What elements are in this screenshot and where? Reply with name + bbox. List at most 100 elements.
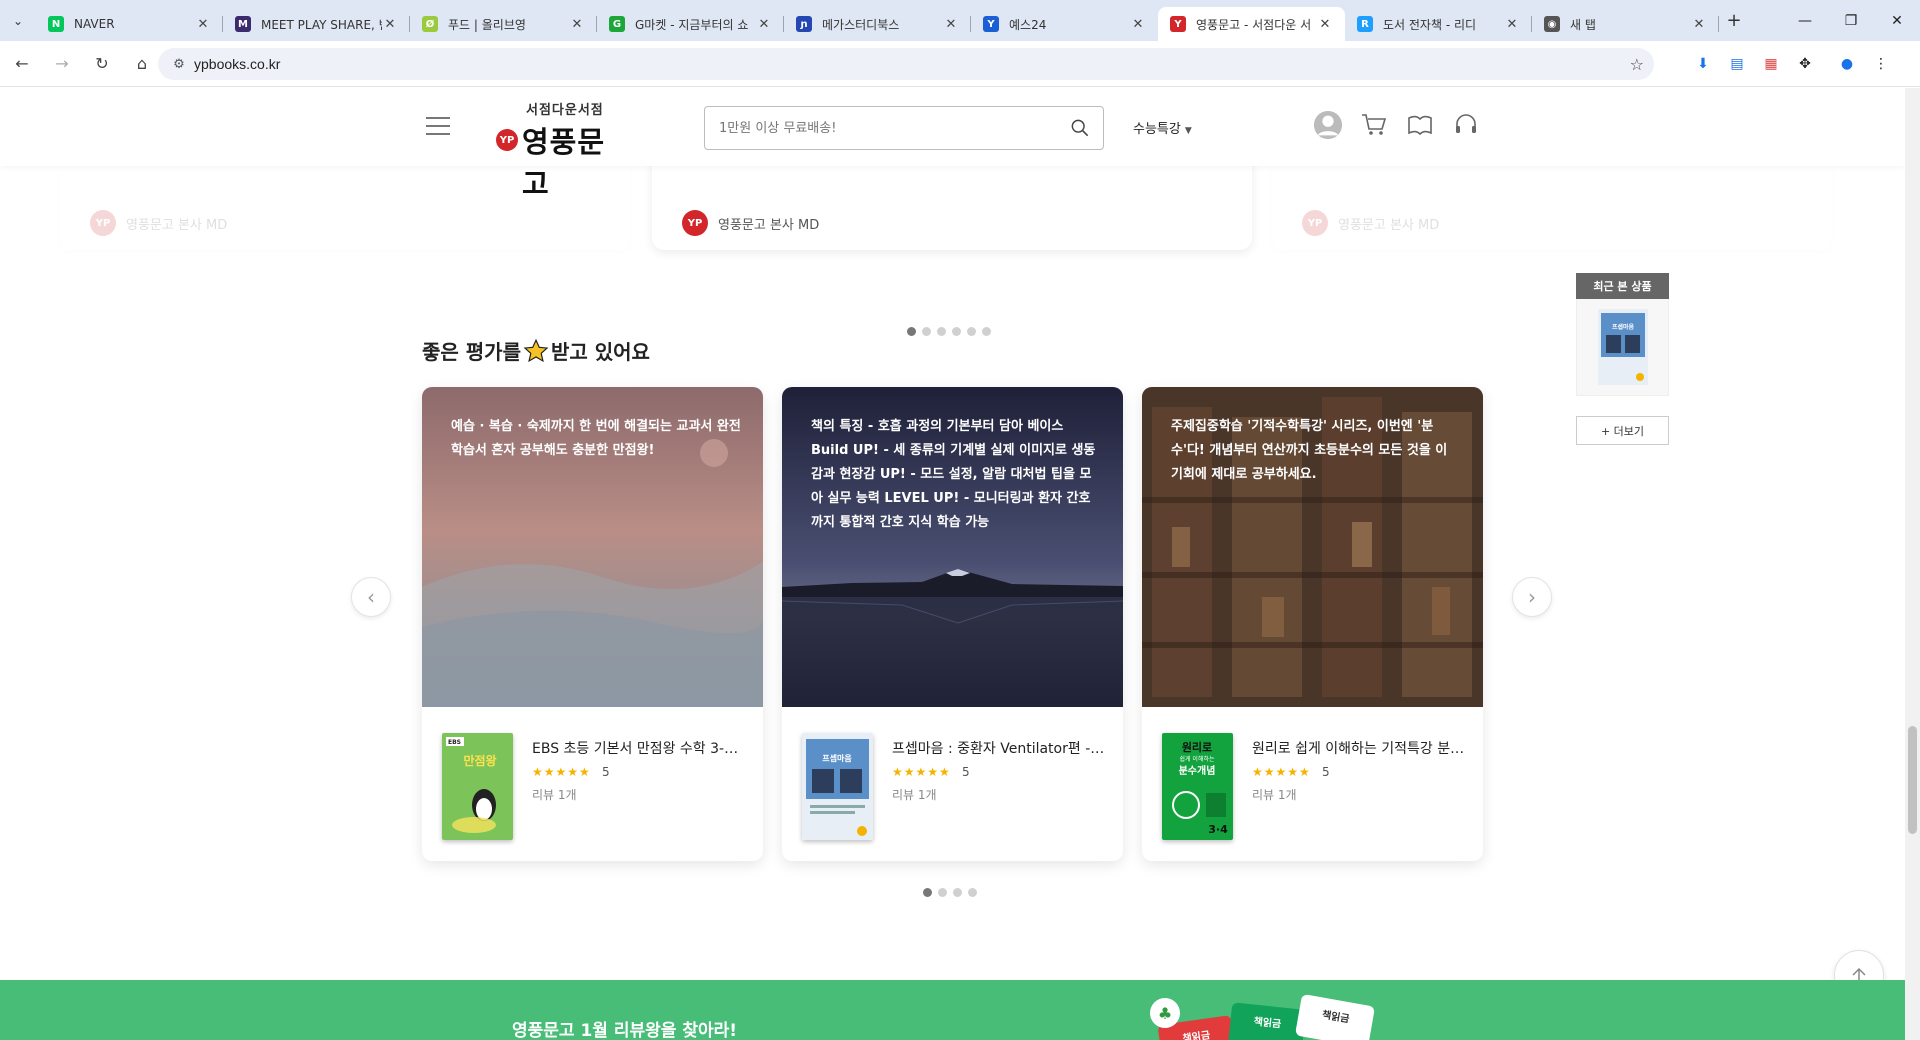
- search-icon[interactable]: [1071, 119, 1089, 137]
- cover-title-text: 프셉마음: [822, 753, 852, 763]
- page-content: 서점다운서점 YP 영풍문고 수능특강▼ YP영풍문고 본사 MD YP영풍문고…: [0, 88, 1905, 1040]
- back-icon[interactable]: ←: [4, 46, 40, 82]
- account-icon[interactable]: [1313, 108, 1343, 142]
- md-label: 영풍문고 본사 MD: [718, 217, 820, 233]
- ypbooks-icon: Y: [1170, 16, 1186, 32]
- pagination-dot[interactable]: [967, 327, 976, 336]
- forward-icon[interactable]: →: [44, 46, 80, 82]
- pagination-dot[interactable]: [938, 888, 947, 897]
- browser-tab[interactable]: Y 영풍문고 - 서점다운 서 ✕: [1158, 7, 1345, 41]
- restore-icon[interactable]: ❐: [1828, 0, 1874, 41]
- card-description: 책의 특징 - 호흡 과정의 기본부터 담아 베이스 Build UP! - 세…: [811, 419, 1096, 530]
- gmarket-icon: G: [609, 16, 625, 32]
- review-card[interactable]: 책의 특징 - 호흡 과정의 기본부터 담아 베이스 Build UP! - 세…: [782, 387, 1123, 861]
- book-cover[interactable]: 프셉마음: [802, 733, 873, 840]
- carousel-prev-button[interactable]: ‹: [351, 577, 391, 617]
- tab-search-button[interactable]: ⌄: [0, 0, 36, 41]
- card-description: 예습 · 복습 · 숙제까지 한 번에 해결되는 교과서 완전 학습서 혼자 공…: [451, 419, 741, 458]
- cover-title-text: 만점왕: [463, 753, 496, 768]
- pagination-dot[interactable]: [968, 888, 977, 897]
- tab-title: G마켓 - 지금부터의 쇼: [635, 17, 749, 32]
- cover-grade-text: 3·4: [1208, 823, 1228, 836]
- browser-tab[interactable]: Ø 푸드 | 올리브영 ✕: [410, 7, 597, 41]
- md-logo-icon: YP: [1302, 210, 1328, 236]
- close-tab-icon[interactable]: ✕: [1504, 17, 1520, 32]
- pagination-dot[interactable]: [952, 327, 961, 336]
- book-cover[interactable]: EBS 만점왕: [442, 733, 513, 840]
- site-info-icon[interactable]: ⚙: [164, 57, 194, 72]
- browser-tab[interactable]: ɲ 메가스터디북스 ✕: [784, 7, 971, 41]
- browser-menu-icon[interactable]: ⋮: [1864, 50, 1898, 78]
- minimize-icon[interactable]: —: [1782, 0, 1828, 41]
- megastudy-icon: ɲ: [796, 16, 812, 32]
- logo-name: 영풍문고: [522, 125, 606, 201]
- profile-icon[interactable]: ●: [1830, 50, 1864, 78]
- review-carousel-pagination: [923, 888, 977, 897]
- browser-tab[interactable]: Y 예스24 ✕: [971, 7, 1158, 41]
- download-icon[interactable]: ⬇: [1686, 50, 1720, 78]
- close-tab-icon[interactable]: ✕: [756, 17, 772, 32]
- browser-tab[interactable]: M MEET PLAY SHARE, 빈 ✕: [223, 7, 410, 41]
- book-title[interactable]: 원리로 쉽게 이해하는 기적특강 분수개념: [1252, 738, 1467, 758]
- review-count: 리뷰 1개: [1252, 788, 1297, 802]
- browser-tab[interactable]: G G마켓 - 지금부터의 쇼 ✕: [597, 7, 784, 41]
- customer-service-icon[interactable]: [1451, 108, 1481, 142]
- address-bar[interactable]: ⚙ ypbooks.co.kr ☆: [158, 48, 1654, 80]
- promo-dropdown[interactable]: 수능특강 ▼: [1133, 118, 1192, 137]
- menu-icon[interactable]: [426, 117, 450, 135]
- calendar-icon[interactable]: ▦: [1754, 50, 1788, 78]
- review-card[interactable]: 주제집중학습 '기적수학특강' 시리즈, 이번엔 '분수'다! 개념부터 연산까…: [1142, 387, 1483, 861]
- pagination-dot[interactable]: [953, 888, 962, 897]
- browser-tab[interactable]: R 도서 전자책 - 리디 ✕: [1345, 7, 1532, 41]
- browser-tab[interactable]: N NAVER ✕: [36, 7, 223, 41]
- book-cover[interactable]: 원리로 쉽게 이해하는 분수개념 3·4: [1162, 733, 1233, 840]
- page-scrollbar[interactable]: [1905, 88, 1920, 1040]
- pagination-dot[interactable]: [982, 327, 991, 336]
- cover-title-line3: 분수개념: [1179, 764, 1216, 777]
- close-tab-icon[interactable]: ✕: [1130, 17, 1146, 32]
- new-tab-button[interactable]: +: [1719, 10, 1749, 31]
- scrollbar-thumb[interactable]: [1908, 726, 1917, 834]
- site-header: 서점다운서점 YP 영풍문고 수능특강▼: [0, 88, 1905, 201]
- close-tab-icon[interactable]: ✕: [943, 17, 959, 32]
- tab-list: N NAVER ✕ M MEET PLAY SHARE, 빈 ✕ Ø 푸드 | 올리브영 ✕ G G…: [36, 0, 1719, 41]
- close-tab-icon[interactable]: ✕: [1317, 17, 1333, 32]
- pagination-dot[interactable]: [937, 327, 946, 336]
- close-tab-icon[interactable]: ✕: [382, 17, 398, 32]
- close-window-icon[interactable]: ✕: [1874, 0, 1920, 41]
- book-title[interactable]: EBS 초등 기본서 만점왕 수학 3-1 (2025년): [532, 738, 747, 758]
- close-tab-icon[interactable]: ✕: [569, 17, 585, 32]
- star-icon: [523, 338, 549, 362]
- recent-book-cover: 프셉마음: [1597, 309, 1648, 385]
- review-event-banner[interactable]: 영풍문고 1월 리뷰왕을 찾아라! 책읽금 책읽금 책읽금 ♣: [0, 980, 1905, 1040]
- book-icon[interactable]: [1405, 108, 1435, 142]
- site-logo[interactable]: 서점다운서점 YP 영풍문고: [496, 99, 626, 201]
- search-input[interactable]: [719, 118, 1049, 138]
- bookmark-star-icon[interactable]: ☆: [1630, 55, 1644, 74]
- yes24-icon: Y: [983, 16, 999, 32]
- carousel-next-button[interactable]: ›: [1512, 577, 1552, 617]
- tab-title: 도서 전자책 - 리디: [1383, 17, 1477, 32]
- url-text[interactable]: ypbooks.co.kr: [194, 56, 280, 72]
- tab-title: 메가스터디북스: [822, 17, 900, 32]
- pagination-dot[interactable]: [907, 327, 916, 336]
- recently-viewed-more-button[interactable]: + 더보기: [1576, 416, 1669, 445]
- rating-stars: ★★★★★: [1252, 765, 1311, 779]
- pagination-dot[interactable]: [923, 888, 932, 897]
- pagination-dot[interactable]: [922, 327, 931, 336]
- rating-score: 5: [602, 765, 610, 779]
- close-tab-icon[interactable]: ✕: [195, 17, 211, 32]
- review-card[interactable]: 예습 · 복습 · 숙제까지 한 번에 해결되는 교과서 완전 학습서 혼자 공…: [422, 387, 763, 861]
- reader-icon[interactable]: ▤: [1720, 50, 1754, 78]
- home-icon[interactable]: ⌂: [124, 46, 160, 82]
- reload-icon[interactable]: ↻: [84, 46, 120, 82]
- recently-viewed-item[interactable]: 프셉마음: [1576, 299, 1669, 396]
- browser-tab[interactable]: ◉ 새 탭 ✕: [1532, 7, 1719, 41]
- tab-title: 새 탭: [1570, 17, 1596, 32]
- ticket-image: 책읽금: [1294, 993, 1376, 1040]
- tab-title: 푸드 | 올리브영: [448, 17, 526, 32]
- close-tab-icon[interactable]: ✕: [1691, 17, 1707, 32]
- cart-icon[interactable]: [1359, 108, 1389, 142]
- book-title[interactable]: 프셉마음 : 중환자 Ventilator편 - 인공호흡기: [892, 738, 1107, 758]
- extensions-icon[interactable]: ✥: [1788, 50, 1822, 78]
